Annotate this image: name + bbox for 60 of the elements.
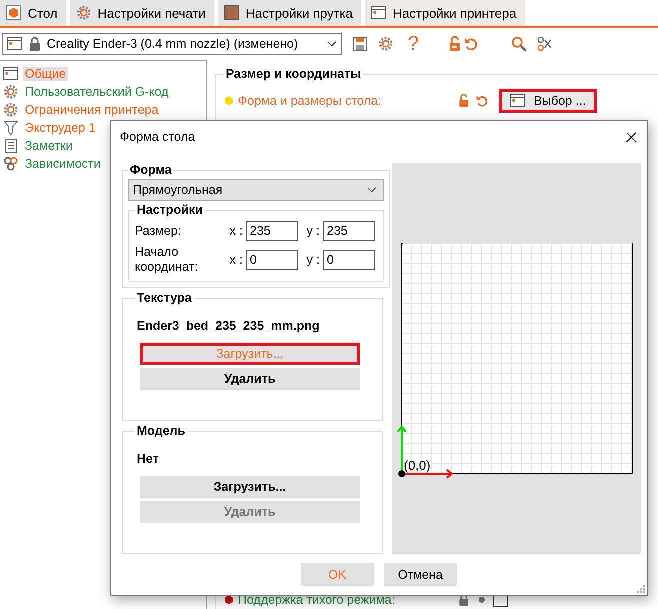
caret-icon <box>327 41 337 47</box>
delete-button[interactable]: Удалить <box>140 368 360 390</box>
links-icon <box>3 156 19 172</box>
tab[interactable]: Настройки прутка <box>218 0 362 26</box>
section-title: Форма <box>129 163 173 177</box>
input-field[interactable]: 235 <box>246 221 298 241</box>
field-label: Размер: <box>135 224 182 238</box>
save-icon[interactable] <box>352 36 368 52</box>
shape-dropdown[interactable]: Прямоугольная <box>128 179 384 201</box>
resize-grip-icon[interactable] <box>635 583 645 593</box>
lock-icon <box>27 36 43 52</box>
undo-icon[interactable] <box>463 36 480 52</box>
origin-point <box>398 470 406 478</box>
hexagon-icon <box>224 96 234 106</box>
compare-icon[interactable] <box>537 36 554 52</box>
section-title: Настройки <box>136 203 204 217</box>
tab[interactable]: Настройки печати <box>70 0 214 26</box>
group-title: Размер и координаты <box>224 67 364 81</box>
option-label: Поддержка тихого режима: <box>238 592 396 606</box>
search-icon[interactable] <box>511 36 528 52</box>
tree-item[interactable]: Пользовательский G-код <box>23 85 171 99</box>
tree-item[interactable]: Зависимости <box>23 157 103 171</box>
file-name: Нет <box>137 452 160 466</box>
select-button[interactable]: Выбор ... <box>499 89 598 113</box>
tree-item[interactable]: Заметки <box>23 139 75 153</box>
axis-label: x : <box>228 253 243 267</box>
close-icon[interactable] <box>626 132 637 142</box>
printer-preset-dropdown[interactable]: Creality Ender-3 (0.4 mm nozzle) (изменено) <box>2 33 342 55</box>
nozzle-icon <box>3 120 19 136</box>
input-field[interactable]: 0 <box>323 250 375 270</box>
caret-icon <box>367 187 377 193</box>
unlock-icon[interactable] <box>457 94 471 108</box>
axis-label: y : <box>306 253 320 267</box>
input-field[interactable]: 0 <box>246 250 298 270</box>
axis-label: y : <box>306 224 320 238</box>
gear-icon[interactable] <box>378 36 394 52</box>
option-label: Форма и размеры стола: <box>238 94 383 108</box>
field-label: Начало координат: <box>135 245 200 275</box>
axis-label: x : <box>228 224 243 238</box>
window-icon <box>3 66 19 82</box>
file-name: Ender3_bed_235_235_mm.png <box>137 319 321 333</box>
gear-icon <box>3 84 19 100</box>
dialog-title: Форма стола <box>120 130 196 144</box>
window-icon <box>510 93 526 109</box>
tab[interactable]: Стол <box>0 0 66 26</box>
cancel-button[interactable]: Отмена <box>384 563 457 586</box>
preset-name: Creality Ender-3 (0.4 mm nozzle) (изменено) <box>47 37 300 51</box>
section-title: Модель <box>136 424 186 438</box>
gear-icon <box>76 5 92 21</box>
load-button[interactable]: Загрузить... <box>140 476 360 498</box>
input-field[interactable]: 235 <box>323 221 375 241</box>
window-icon <box>371 5 388 21</box>
note-icon <box>3 138 19 154</box>
undo-icon[interactable] <box>475 94 489 108</box>
origin-label: (0,0) <box>404 458 431 473</box>
window-icon <box>7 36 23 52</box>
spool-icon <box>224 5 240 21</box>
tab[interactable]: Настройки принтера <box>365 0 525 28</box>
section-title: Текстура <box>136 291 193 305</box>
gear-icon <box>3 102 19 118</box>
